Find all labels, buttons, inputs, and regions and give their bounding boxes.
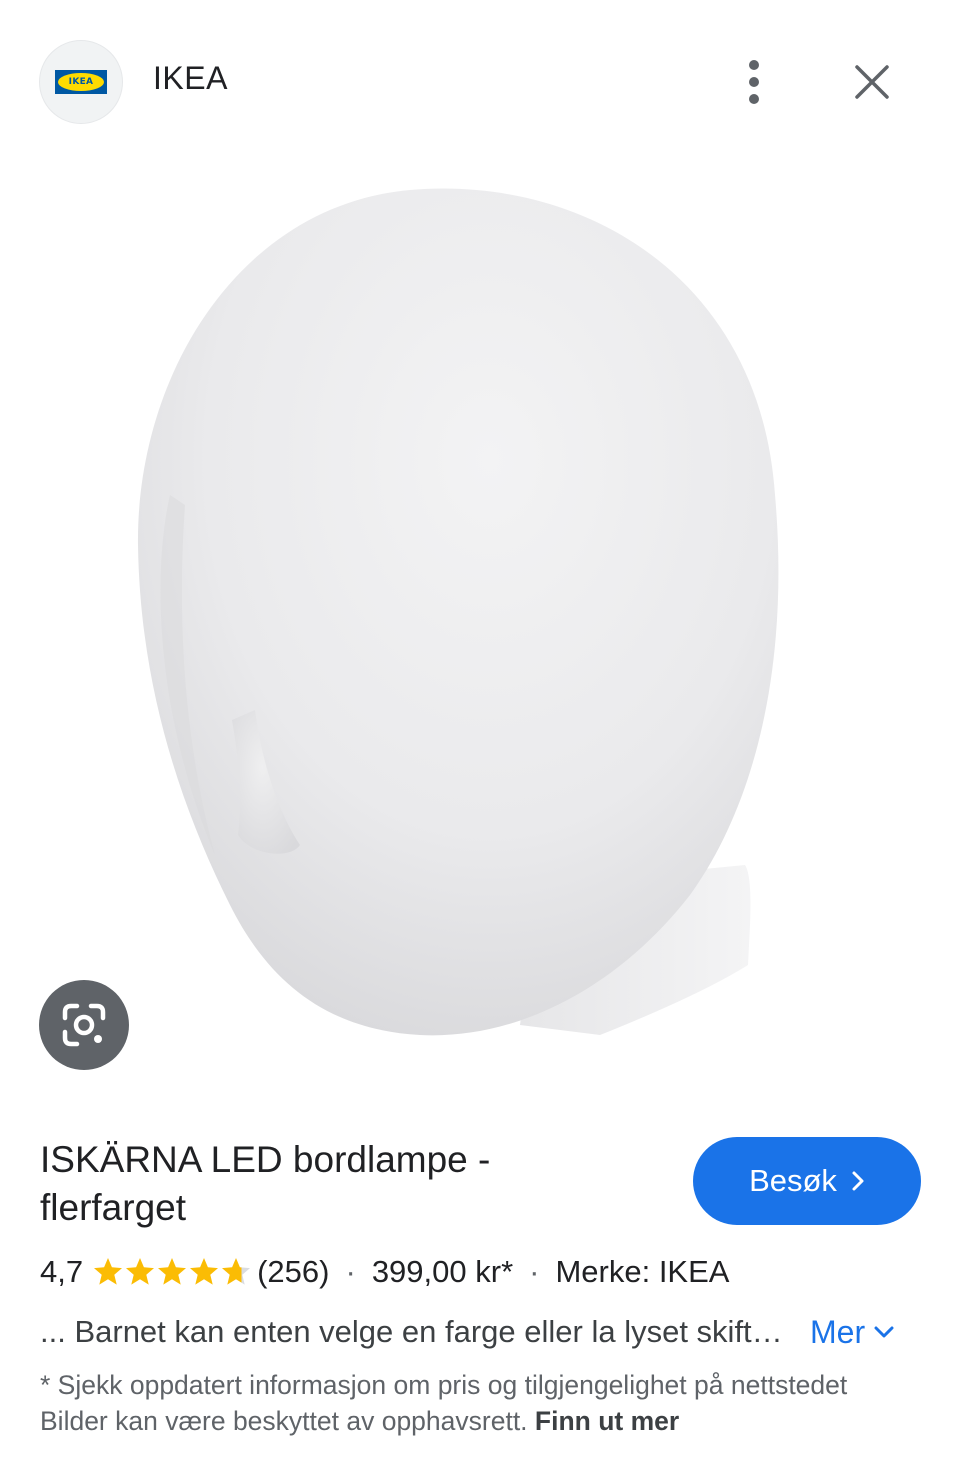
more-label: Mer [810, 1313, 866, 1350]
google-lens-button[interactable] [39, 980, 129, 1070]
chevron-right-icon [852, 1171, 864, 1191]
rating-stars [93, 1257, 251, 1287]
star-icon [94, 1258, 123, 1285]
half-star-icon [222, 1258, 251, 1285]
separator: · [345, 1254, 356, 1289]
close-icon[interactable] [846, 56, 898, 108]
site-name[interactable]: IKEA [153, 60, 228, 97]
separator: · [529, 1254, 540, 1289]
google-lens-icon [62, 1003, 106, 1047]
product-image[interactable] [0, 165, 960, 1100]
star-icon [190, 1258, 219, 1285]
more-vert-icon[interactable] [734, 56, 774, 108]
site-logo[interactable]: IKEA [39, 40, 123, 124]
lamp-image [137, 188, 779, 1036]
logo-text: IKEA [68, 77, 94, 87]
meta-row: 4,7 (256) · 399,00 kr* · Merke: IKEA [40, 1251, 729, 1293]
disclaimer-text: * Sjekk oppdatert informasjon om pris og… [40, 1370, 848, 1436]
chevron-down-icon [874, 1326, 894, 1338]
star-icon [126, 1258, 155, 1285]
description-text: ... Barnet kan enten velge en farge elle… [40, 1314, 792, 1349]
review-count: (256) [257, 1254, 330, 1289]
ikea-logo-icon: IKEA [55, 70, 107, 94]
brand: Merke: IKEA [555, 1254, 730, 1289]
price: 399,00 kr* [371, 1254, 514, 1289]
disclaimer: * Sjekk oppdatert informasjon om pris og… [40, 1367, 920, 1439]
header: IKEA IKEA [0, 0, 960, 165]
rating-value: 4,7 [40, 1254, 84, 1289]
visit-button-label: Besøk [749, 1163, 837, 1198]
visit-button[interactable]: Besøk [693, 1137, 921, 1225]
description-row: ... Barnet kan enten velge en farge elle… [40, 1310, 930, 1354]
star-icon [158, 1258, 187, 1285]
find-more-link[interactable]: Finn ut mer [535, 1406, 679, 1436]
more-button[interactable]: Mer [810, 1314, 895, 1351]
product-title[interactable]: ISKÄRNA LED bordlampe - flerfarget [40, 1136, 640, 1232]
